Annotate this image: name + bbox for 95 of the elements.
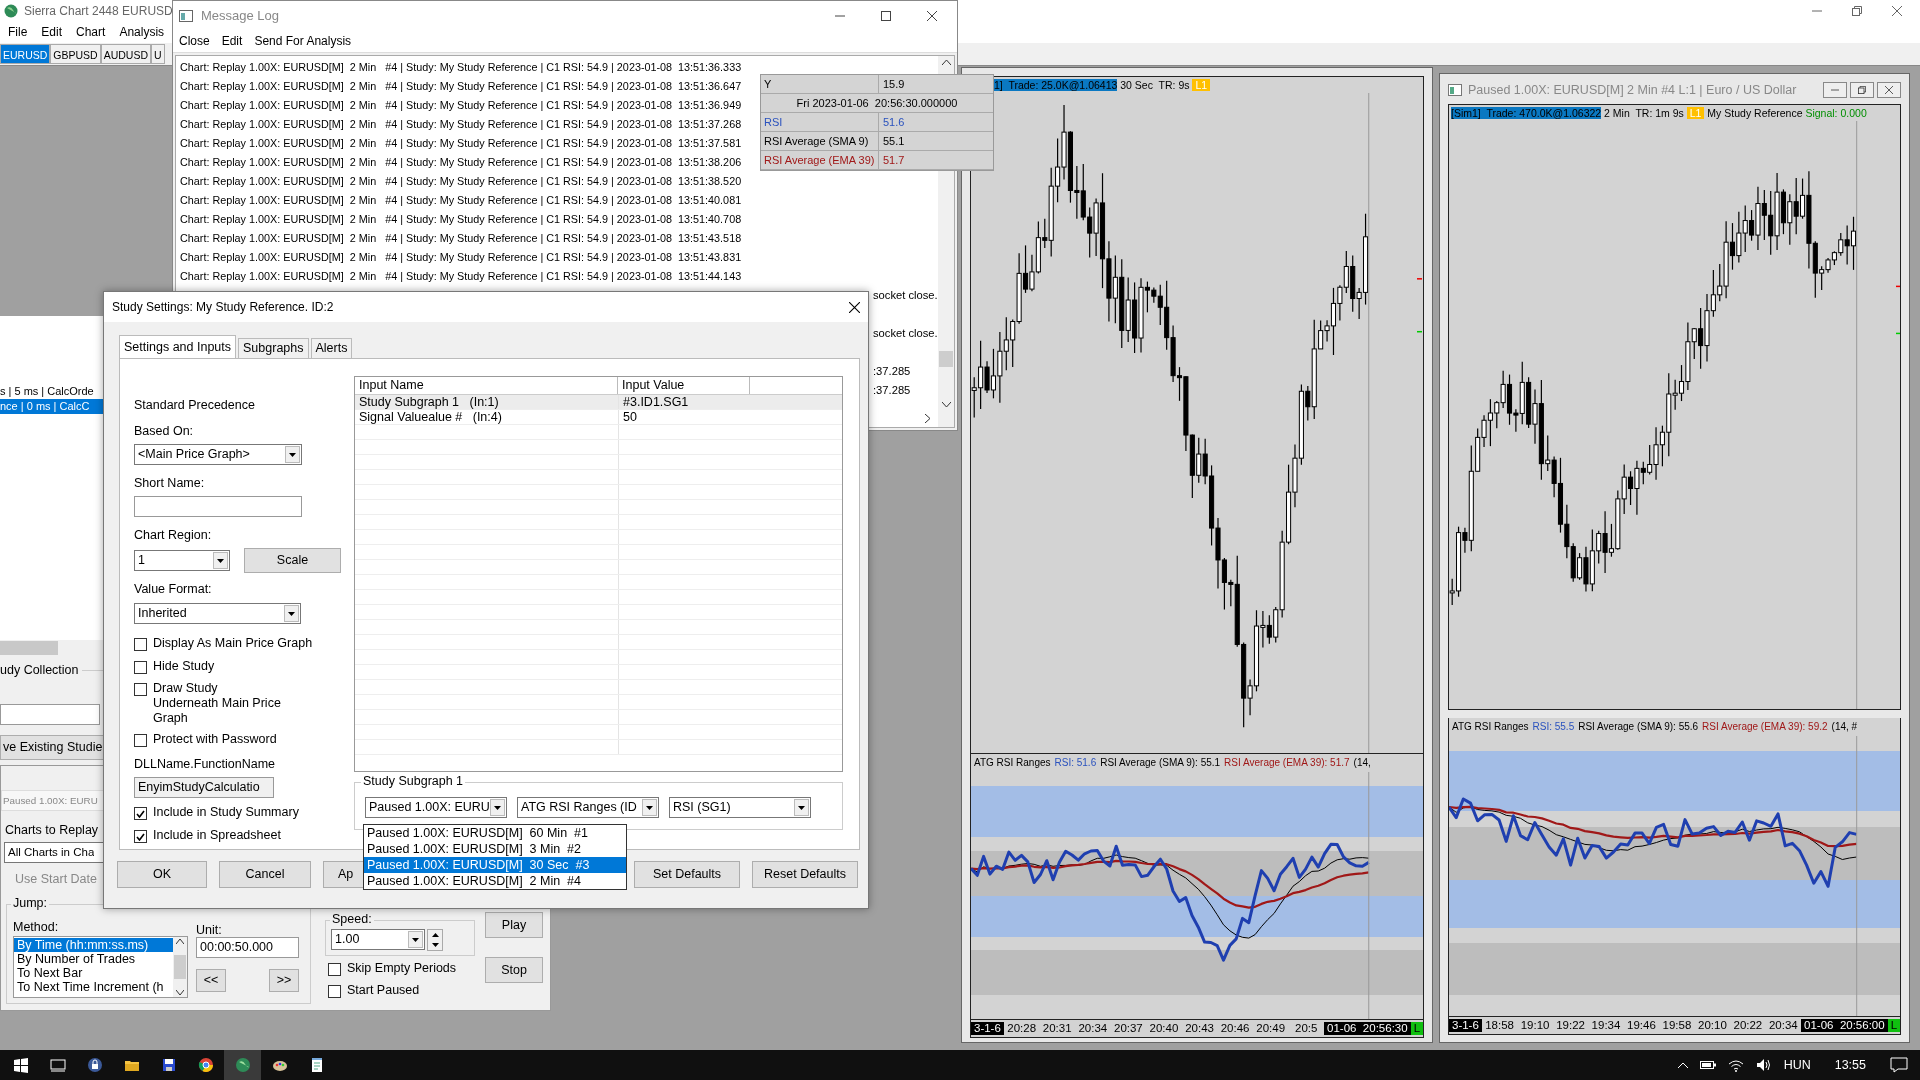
cursor-time-label: 01-06 20:56:00 bbox=[1801, 1018, 1888, 1033]
window-title: Message Log bbox=[201, 8, 280, 24]
log-line: Chart: Replay 1.00X: EURUSD[M] 2 Min #4 | Study: My Study Reference | C1 RSI: 54.9 | 2023-01-08 13:51:37.581 bbox=[179, 136, 742, 151]
interval-label: 2 Min TR: 1m 9s bbox=[1603, 106, 1685, 120]
legend-label: RSI: 51.6 bbox=[1054, 757, 1097, 770]
dialog-title: Study Settings: My Study Reference. ID:2 bbox=[112, 299, 334, 315]
level-badge: L1 bbox=[1686, 106, 1705, 120]
tooltip-value: 51.6 bbox=[882, 115, 905, 130]
group-label: udy Collection bbox=[0, 662, 79, 678]
time-label: 19:34 bbox=[1590, 1018, 1622, 1033]
time-label: 20:40 bbox=[1148, 1021, 1180, 1036]
signal-value-label: Signal: 0.000 bbox=[1805, 106, 1867, 120]
time-label: 20:37 bbox=[1113, 1021, 1144, 1036]
table-cell: Signal Valuealue # (In:4) bbox=[355, 410, 619, 424]
interval-label: 30 Sec TR: 9s bbox=[1119, 78, 1191, 92]
tooltip-value: 51.7 bbox=[882, 153, 905, 168]
log-line: Chart: Replay 1.00X: EURUSD[M] 2 Min #4 | Study: My Study Reference | C1 RSI: 54.9 | 2023-01-08 13:51:40.081 bbox=[179, 193, 742, 208]
log-line: Chart: Replay 1.00X: EURUSD[M] 2 Min #4 | Study: My Study Reference | C1 RSI: 54.9 | 2023-01-08 13:51:40.708 bbox=[179, 212, 742, 227]
checkbox-label: Draw Study Underneath Main Price Graph bbox=[153, 681, 282, 726]
level-badge: L1 bbox=[1192, 78, 1211, 92]
field-label: DLLName.FunctionName bbox=[134, 756, 276, 772]
time-label: 20:5 bbox=[1294, 1021, 1319, 1036]
group-label: Speed: bbox=[330, 912, 374, 927]
field-label: Standard Precedence bbox=[134, 397, 255, 413]
legend-label: (14, bbox=[1353, 757, 1371, 770]
checkbox-label: Display As Main Price Graph bbox=[153, 636, 313, 651]
log-line: Chart: Replay 1.00X: EURUSD[M] 2 Min #4 | Study: My Study Reference | C1 RSI: 54.9 | 2023-01-08 13:51:37.268 bbox=[179, 117, 742, 132]
log-line: Chart: Replay 1.00X: EURUSD[M] 2 Min #4 | Study: My Study Reference | C1 RSI: 54.9 | 2023-01-08 13:51:36.647 bbox=[179, 79, 742, 94]
option-label: Use Start Date bbox=[15, 871, 97, 887]
legend-label: RSI Average (EMA 39): 59.2 bbox=[1702, 721, 1828, 733]
checkbox-label: Protect with Password bbox=[153, 732, 277, 747]
tooltip-value: 55.1 bbox=[882, 134, 905, 149]
checkbox-label: Start Paused bbox=[347, 983, 420, 998]
tooltip-label: Y bbox=[761, 75, 879, 93]
group-label: Study Subgraph 1 bbox=[361, 774, 466, 789]
time-label: 20:46 bbox=[1219, 1021, 1251, 1036]
legend-label: ATG RSI Ranges bbox=[1452, 721, 1529, 733]
table-cell: Study Subgraph 1 (In:1) bbox=[355, 395, 619, 409]
log-line: Chart: Replay 1.00X: EURUSD[M] 2 Min #4 | Study: My Study Reference | C1 RSI: 54.9 | 2023-01-08 13:51:43.518 bbox=[179, 231, 742, 246]
time-label: 20:22 bbox=[1732, 1018, 1764, 1033]
date-label: 3-1-6 bbox=[1449, 1018, 1482, 1033]
time-label: 20:43 bbox=[1184, 1021, 1215, 1036]
field-label: Value Format: bbox=[134, 581, 212, 597]
field-label: Based On: bbox=[134, 423, 194, 439]
field-label: Method: bbox=[13, 919, 59, 935]
field-label: Unit: bbox=[196, 922, 222, 938]
legend-label: RSI Average (EMA 39): 51.7 bbox=[1224, 757, 1350, 770]
time-label: 20:34 bbox=[1767, 1018, 1799, 1033]
trade-info-label: 1] Trade: 25.0K@1.06413 bbox=[994, 78, 1118, 92]
time-label: 20:31 bbox=[1041, 1021, 1073, 1036]
field-label: Chart Region: bbox=[134, 527, 212, 543]
date-label: 3-1-6 bbox=[971, 1021, 1004, 1036]
log-line: Chart: Replay 1.00X: EURUSD[M] 2 Min #4 | Study: My Study Reference | C1 RSI: 54.9 | 2023-01-08 13:51:43.831 bbox=[179, 250, 742, 265]
tooltip-label: RSI Average (SMA 9) bbox=[761, 132, 879, 150]
time-label: 19:10 bbox=[1519, 1018, 1551, 1033]
log-line: Chart: Replay 1.00X: EURUSD[M] 2 Min #4 | Study: My Study Reference | C1 RSI: 54.9 | 2023-01-08 13:51:38.206 bbox=[179, 155, 742, 170]
time-label: 20:49 bbox=[1255, 1021, 1287, 1036]
legend-label: ATG RSI Ranges bbox=[974, 757, 1051, 770]
tooltip-label: RSI Average (EMA 39) bbox=[761, 151, 879, 169]
field-label: Charts to Replay bbox=[5, 822, 99, 838]
group-label: Jump: bbox=[11, 896, 50, 911]
field-label: Short Name: bbox=[134, 475, 205, 491]
time-label: 20:28 bbox=[1006, 1021, 1038, 1036]
tooltip-label: RSI bbox=[761, 113, 879, 131]
checkbox-label: Hide Study bbox=[153, 659, 215, 674]
checkbox-label: Skip Empty Periods bbox=[347, 961, 457, 976]
log-line: Chart: Replay 1.00X: EURUSD[M] 2 Min #4 | Study: My Study Reference | C1 RSI: 54.9 | 2023-01-08 13:51:36.333 bbox=[179, 60, 742, 75]
checkbox-label: Include in Study Summary bbox=[153, 805, 299, 820]
trade-info-label: [Sim1] Trade: 470.0K@1.06322 bbox=[1451, 106, 1602, 120]
time-label: 19:22 bbox=[1555, 1018, 1586, 1033]
log-line: Chart: Replay 1.00X: EURUSD[M] 2 Min #4 | Study: My Study Reference | C1 RSI: 54.9 | 2023-01-08 13:51:36.949 bbox=[179, 98, 742, 113]
tooltip-value: 15.9 bbox=[882, 77, 905, 92]
log-line: socket close. bbox=[873, 327, 938, 339]
log-line: socket close. bbox=[873, 289, 938, 301]
log-line: Chart: Replay 1.00X: EURUSD[M] 2 Min #4 | Study: My Study Reference | C1 RSI: 54.9 | 2023-01-08 13:51:44.143 bbox=[179, 269, 742, 284]
time-label: 20:10 bbox=[1697, 1018, 1728, 1033]
log-line: :37.285 bbox=[873, 384, 911, 396]
legend-label: RSI: 55.5 bbox=[1532, 721, 1575, 733]
log-line: :37.285 bbox=[873, 365, 911, 377]
time-label: 19:58 bbox=[1661, 1018, 1693, 1033]
time-label: 19:46 bbox=[1626, 1018, 1657, 1033]
table-cell-text: #3.ID1.SG1 bbox=[622, 395, 690, 409]
cursor-time-label: 01-06 20:56:30 bbox=[1324, 1021, 1411, 1036]
table-cell-text: 50 bbox=[622, 410, 638, 424]
window-title: Paused 1.00X: EURUSD[M] 2 Min #4 L:1 | Euro / US Dollar bbox=[1468, 82, 1797, 98]
checkbox-label: Include in Spreadsheet bbox=[153, 828, 281, 843]
time-label: 20:34 bbox=[1077, 1021, 1109, 1036]
legend-label: (14, # bbox=[1831, 721, 1858, 733]
time-label: 18:58 bbox=[1484, 1018, 1515, 1033]
log-line: Chart: Replay 1.00X: EURUSD[M] 2 Min #4 | Study: My Study Reference | C1 RSI: 54.9 | 2023-01-08 13:51:38.520 bbox=[179, 174, 742, 189]
legend-label: RSI Average (SMA 9): 55.6 bbox=[1578, 721, 1699, 733]
tooltip-time: Fri 2023-01-06 20:56:30.000000 bbox=[795, 96, 959, 111]
legend-label: RSI Average (SMA 9): 55.1 bbox=[1100, 757, 1221, 770]
study-name-label: My Study Reference bbox=[1706, 106, 1804, 120]
window-title: Sierra Chart 2448 EURUSD bbox=[24, 3, 173, 19]
